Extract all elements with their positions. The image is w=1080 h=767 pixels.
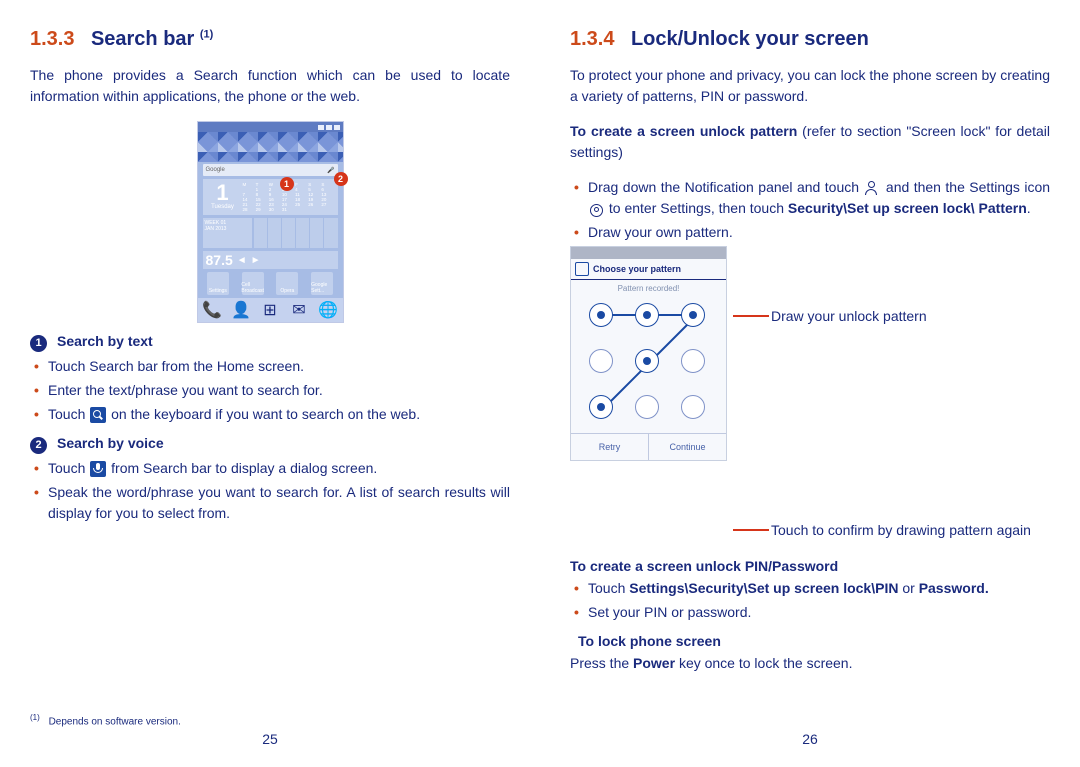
status-bar [571,247,726,259]
pattern-message: Pattern recorded! [571,280,726,297]
list-item: Speak the word/phrase you want to search… [34,482,510,524]
create-pattern-list: Drag down the Notification panel and tou… [574,177,1050,243]
pattern-phone: Choose your pattern Pattern recorded! Re… [570,246,727,461]
create-pin-list: Touch Settings\Security\Set up screen lo… [574,578,1050,623]
section-heading: 1.3.3 Search bar (1) [30,28,510,51]
list-item: Touch Settings\Security\Set up screen lo… [574,578,1050,599]
intro-paragraph: The phone provides a Search function whi… [30,65,510,107]
page-number: 26 [540,731,1080,747]
calendar-widget: 1Tuesday MTWTFSS 123456 78910111213 1415… [203,179,338,215]
status-bar [198,122,343,132]
list-item: Touch from Search bar to display a dialo… [34,458,510,479]
page-25: 1.3.3 Search bar (1) The phone provides … [0,0,540,767]
search-icon [90,407,106,423]
page-number: 25 [0,731,540,747]
create-pattern-heading: To create a screen unlock pattern (refer… [570,121,1050,163]
section-number: 1.3.4 [570,28,614,50]
weather-widget: WEEK 01JAN 2013 [203,218,338,248]
continue-button: Continue [649,434,726,460]
app-icon-row: Settings Cell Broadcast Opera Google Set… [201,272,340,295]
wallpaper [198,132,343,162]
search-by-text-list: Touch Search bar from the Home screen. E… [34,356,510,425]
google-search-bar: Google🎤 [203,164,338,176]
search-by-text-heading: 1Search by text [30,333,510,352]
callout-marker-2: 2 [334,172,348,186]
profile-icon [865,181,879,195]
section-heading: 1.3.4 Lock/Unlock your screen [570,28,1050,51]
callout-marker-1: 1 [280,177,294,191]
pattern-icon [575,262,589,276]
search-by-voice-list: Touch from Search bar to display a dialo… [34,458,510,524]
microphone-icon [90,461,106,477]
intro-paragraph: To protect your phone and privacy, you c… [570,65,1050,107]
list-item: Touch Search bar from the Home screen. [34,356,510,377]
homescreen-figure: Google🎤 1 2 1Tuesday MTWTFSS 123456 7891… [197,121,344,323]
section-title-text: Lock/Unlock your screen [631,28,869,50]
page-26: 1.3.4 Lock/Unlock your screen To protect… [540,0,1080,767]
create-pin-heading: To create a screen unlock PIN/Password [570,558,1050,574]
search-by-voice-heading: 2Search by voice [30,435,510,454]
footnote: (1) Depends on software version. [30,713,181,727]
lock-screen-text: Press the Power key once to lock the scr… [570,653,1050,674]
pattern-area [571,297,726,433]
callout-2: Touch to confirm by drawing pattern agai… [733,522,1031,538]
lock-screen-heading: To lock phone screen [578,633,1050,649]
list-item: Drag down the Notification panel and tou… [574,177,1050,219]
list-item: Touch on the keyboard if you want to sea… [34,404,510,425]
radio-widget: 87.5 ◄► [203,251,338,269]
retry-button: Retry [571,434,648,460]
section-number: 1.3.3 [30,28,74,50]
title-bar: Choose your pattern [571,259,726,280]
list-item: Draw your own pattern. [574,222,1050,243]
list-item: Enter the text/phrase you want to search… [34,380,510,401]
callout-1: Draw your unlock pattern [733,308,1031,324]
favorites-tray: 📞👤⊞✉🌐 [198,298,343,322]
pattern-buttons: Retry Continue [571,433,726,460]
section-title-text: Search bar (1) [91,28,213,50]
list-item: Set your PIN or password. [574,602,1050,623]
pattern-figure: Choose your pattern Pattern recorded! Re… [570,246,1050,544]
gear-icon [590,204,603,217]
